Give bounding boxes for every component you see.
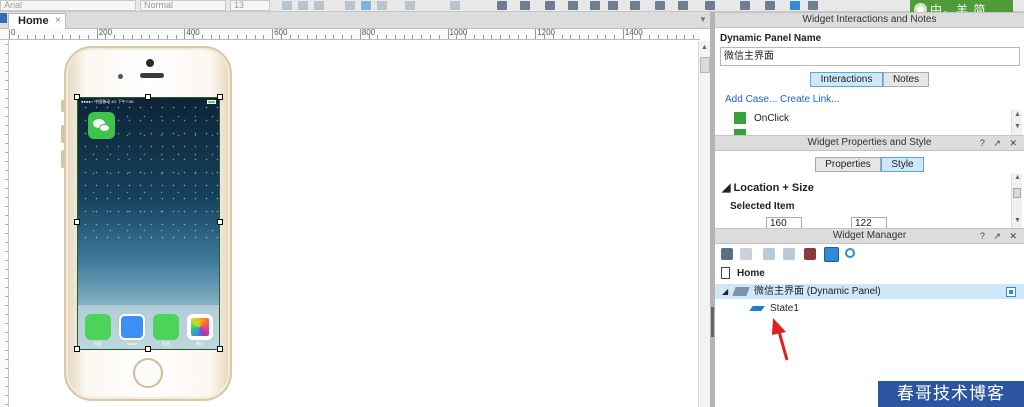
- blog-watermark: 春哥技术博客: [878, 381, 1024, 407]
- red-annotation-arrow: [772, 318, 789, 361]
